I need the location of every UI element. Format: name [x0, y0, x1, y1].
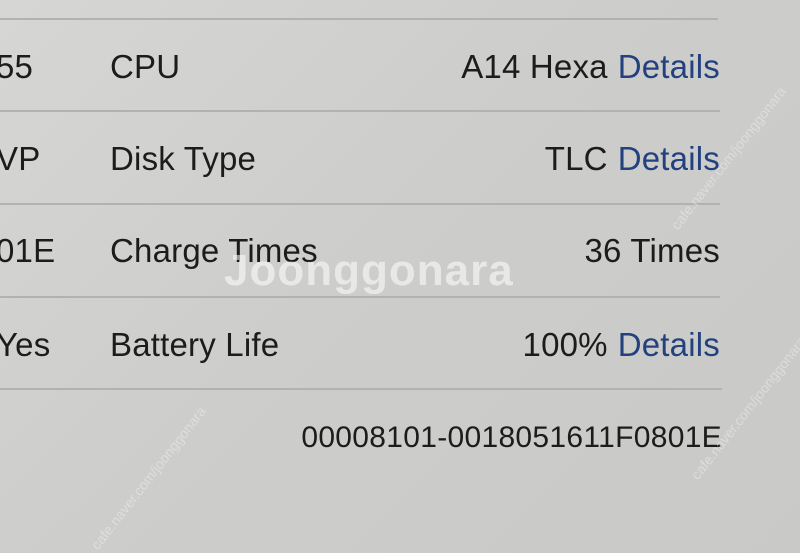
row-divider	[0, 110, 720, 112]
row-divider	[0, 388, 722, 390]
battery-life-row-value: 100% Details	[523, 325, 720, 365]
charge-times-value: 36 Times	[584, 232, 720, 269]
left-column-fragment: 01E	[0, 232, 56, 269]
disk-type-row-value: TLC Details	[545, 139, 720, 179]
watermark-faint-text: cafe.naver.com/joonggonara	[87, 403, 210, 553]
device-serial-value: 00008101-0018051611F0801E	[301, 421, 722, 454]
left-column-fragment: VP	[0, 140, 41, 177]
left-column-fragment: 55	[0, 48, 34, 85]
row-divider	[0, 18, 718, 20]
row-divider	[0, 203, 720, 205]
left-column-fragment: Yes	[0, 326, 51, 363]
device-info-panel: 55 CPU A14 Hexa Details VP Disk Type TLC D…	[0, 0, 800, 553]
battery-life-label: Battery Life	[110, 326, 280, 363]
charge-times-label: Charge Times	[110, 232, 318, 269]
disk-type-value: TLC	[544, 140, 608, 177]
battery-life-details-link[interactable]: Details	[618, 326, 720, 363]
disk-type-label: Disk Type	[110, 140, 257, 177]
cpu-label: CPU	[110, 48, 181, 85]
battery-life-value: 100%	[522, 326, 608, 363]
cpu-value: A14 Hexa	[461, 48, 608, 85]
row-divider	[0, 296, 720, 298]
disk-type-details-link[interactable]: Details	[618, 140, 720, 177]
cpu-details-link[interactable]: Details	[618, 48, 720, 85]
cpu-row-value: A14 Hexa Details	[461, 47, 720, 87]
